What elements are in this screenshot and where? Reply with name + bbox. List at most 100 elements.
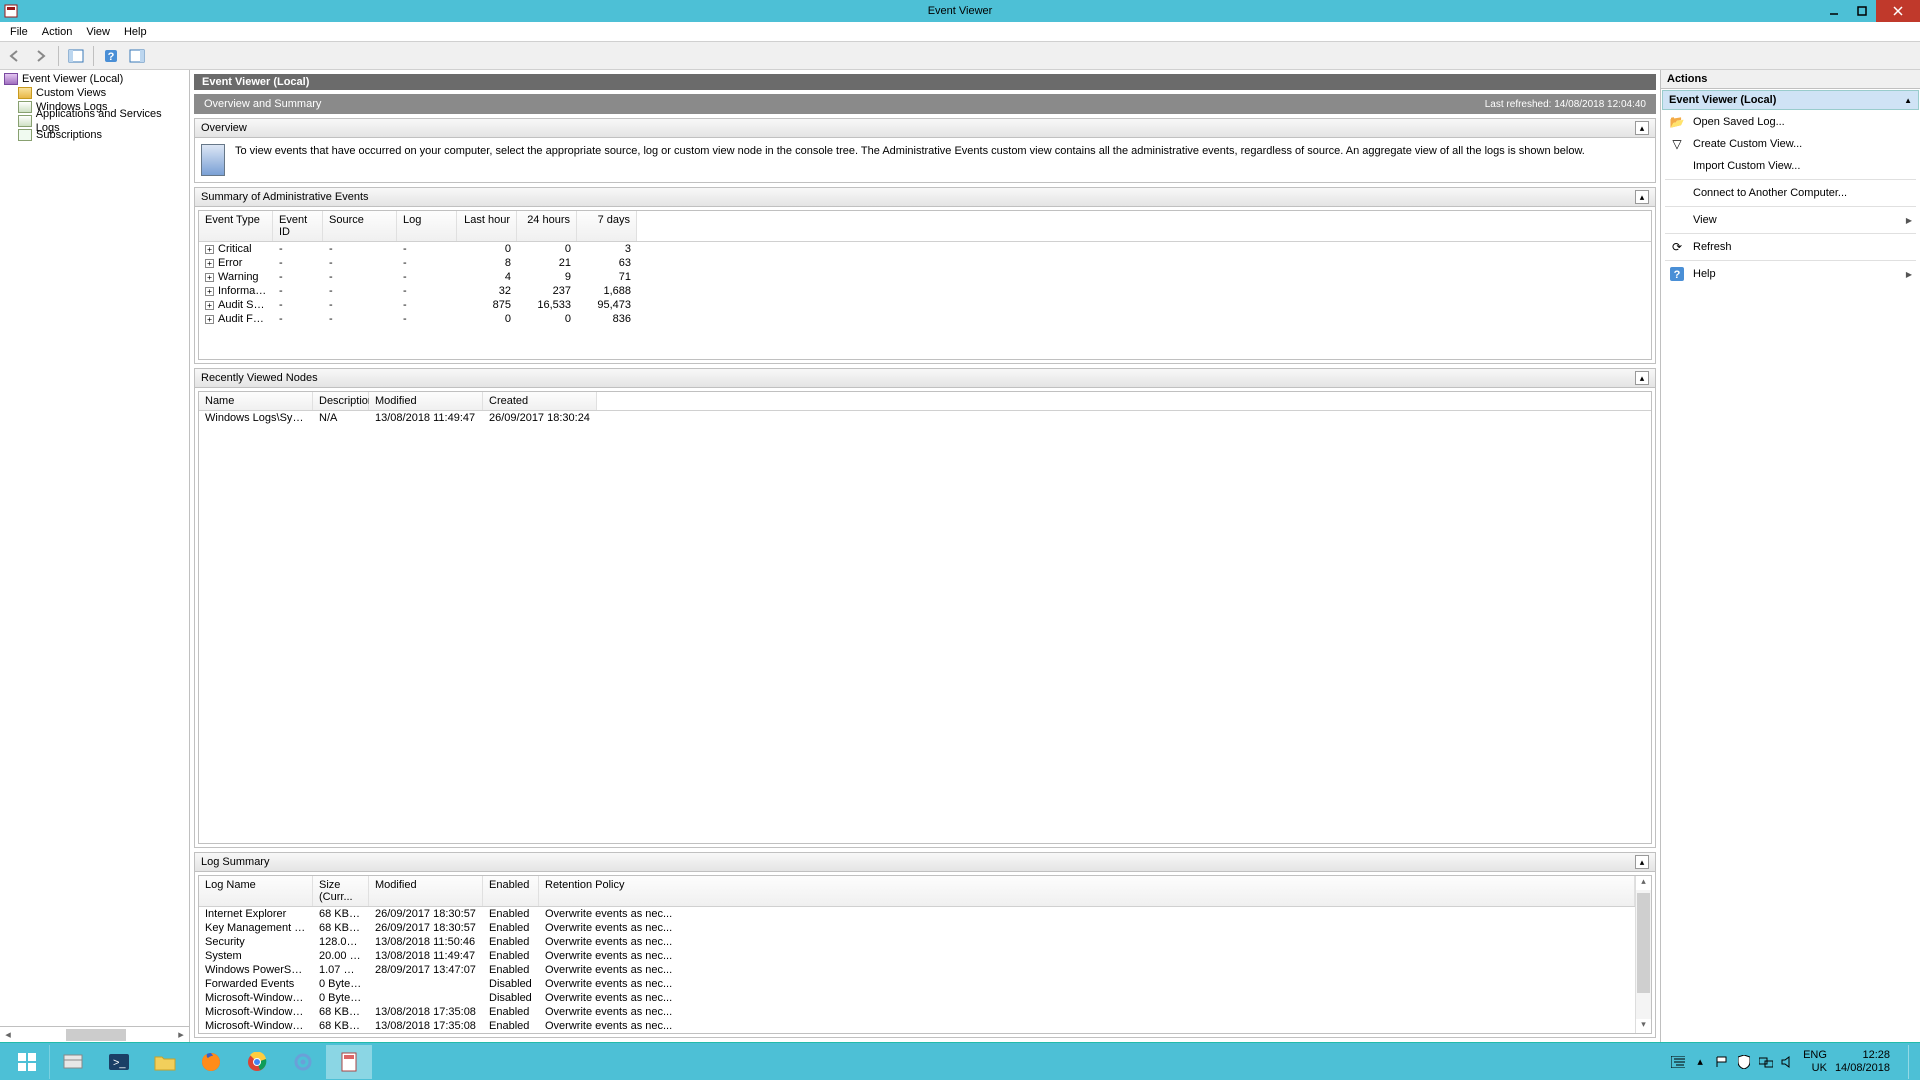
col-description[interactable]: Description xyxy=(313,392,369,410)
expand-icon[interactable]: + xyxy=(205,273,214,282)
recent-row[interactable]: Windows Logs\SystemN/A13/08/2018 11:49:4… xyxy=(199,411,1651,425)
tray-date[interactable]: 14/08/2018 xyxy=(1835,1062,1890,1074)
action-help[interactable]: ?Help▶ xyxy=(1661,263,1920,285)
tray-time[interactable]: 12:28 xyxy=(1835,1049,1890,1061)
log-row[interactable]: Key Management Service68 KB/20 ...26/09/… xyxy=(199,921,1635,935)
col-name[interactable]: Name xyxy=(199,392,313,410)
log-columns[interactable]: Log Name Size (Curr... Modified Enabled … xyxy=(199,876,1635,907)
collapse-icon[interactable]: ▴ xyxy=(1635,371,1649,385)
show-desktop-button[interactable] xyxy=(1908,1045,1914,1079)
blank-icon xyxy=(1669,212,1685,228)
col-source[interactable]: Source xyxy=(323,211,397,241)
expand-icon[interactable]: + xyxy=(205,301,214,310)
action-view[interactable]: View ▶ xyxy=(1661,209,1920,231)
summary-row[interactable]: +Audit Failure---00836 xyxy=(199,312,1651,326)
summary-columns[interactable]: Event Type Event ID Source Log Last hour… xyxy=(199,211,1651,242)
taskbar-powershell[interactable]: >_ xyxy=(96,1045,142,1079)
tree-hscroll[interactable]: ◂▸ xyxy=(0,1026,189,1042)
expand-icon[interactable]: + xyxy=(205,245,214,254)
col-last-hour[interactable]: Last hour xyxy=(457,211,517,241)
action-import-custom-view[interactable]: Import Custom View... xyxy=(1661,155,1920,177)
menu-view[interactable]: View xyxy=(80,24,116,40)
col-24-hours[interactable]: 24 hours xyxy=(517,211,577,241)
col-event-type[interactable]: Event Type xyxy=(199,211,273,241)
log-row[interactable]: Internet Explorer68 KB/1.0...26/09/2017 … xyxy=(199,907,1635,921)
col-modified[interactable]: Modified xyxy=(369,876,483,906)
col-enabled[interactable]: Enabled xyxy=(483,876,539,906)
col-7-days[interactable]: 7 days xyxy=(577,211,637,241)
taskbar-chrome[interactable] xyxy=(234,1045,280,1079)
log-scrollbar[interactable]: ▴▾ xyxy=(1635,876,1651,1033)
nav-forward-button[interactable] xyxy=(30,45,52,67)
summary-header[interactable]: Summary of Administrative Events ▴ xyxy=(195,188,1655,207)
menu-action[interactable]: Action xyxy=(36,24,79,40)
summary-row[interactable]: +Information---322371,688 xyxy=(199,284,1651,298)
help-button[interactable]: ? xyxy=(100,45,122,67)
summary-row[interactable]: +Audit Success---87516,53395,473 xyxy=(199,298,1651,312)
action-open-saved-log[interactable]: 📂Open Saved Log... xyxy=(1661,111,1920,133)
col-event-id[interactable]: Event ID xyxy=(273,211,323,241)
tray-lang-2[interactable]: UK xyxy=(1803,1062,1827,1074)
summary-row[interactable]: +Warning---4971 xyxy=(199,270,1651,284)
action-label: View xyxy=(1693,214,1717,226)
log-row[interactable]: System20.00 MB/...13/08/2018 11:49:47Ena… xyxy=(199,949,1635,963)
log-row[interactable]: Security128.00 MB...13/08/2018 11:50:46E… xyxy=(199,935,1635,949)
col-modified[interactable]: Modified xyxy=(369,392,483,410)
recent-header[interactable]: Recently Viewed Nodes ▴ xyxy=(195,369,1655,388)
action-refresh[interactable]: ⟳Refresh xyxy=(1661,236,1920,258)
collapse-icon[interactable]: ▴ xyxy=(1635,855,1649,869)
tree-custom-views[interactable]: Custom Views xyxy=(0,86,189,100)
overview-icon xyxy=(201,144,225,176)
close-button[interactable] xyxy=(1876,0,1920,22)
overview-text: To view events that have occurred on you… xyxy=(235,144,1585,159)
summary-row[interactable]: +Error---82163 xyxy=(199,256,1651,270)
tray-volume-icon[interactable] xyxy=(1781,1055,1795,1069)
chevron-right-icon: ▶ xyxy=(1906,216,1912,225)
collapse-icon[interactable]: ▴ xyxy=(1635,190,1649,204)
log-row[interactable]: Microsoft-Windows-Rd...68 KB/1.0...13/08… xyxy=(199,1005,1635,1019)
tray-shield-icon[interactable] xyxy=(1737,1055,1751,1069)
start-button[interactable] xyxy=(4,1045,50,1079)
col-created[interactable]: Created xyxy=(483,392,597,410)
log-row[interactable]: Microsoft-Windows-Ma...0 Bytes/1....Disa… xyxy=(199,991,1635,1005)
expand-icon[interactable]: + xyxy=(205,259,214,268)
tray-flag-icon[interactable] xyxy=(1715,1055,1729,1069)
taskbar-settings[interactable] xyxy=(280,1045,326,1079)
collapse-icon[interactable]: ▴ xyxy=(1635,121,1649,135)
minimize-button[interactable] xyxy=(1820,0,1848,22)
actions-context[interactable]: Event Viewer (Local) ▲ xyxy=(1662,90,1919,110)
overview-header[interactable]: Overview ▴ xyxy=(195,119,1655,138)
tree[interactable]: Event Viewer (Local) Custom Views Window… xyxy=(0,70,189,1026)
col-retention[interactable]: Retention Policy xyxy=(539,876,1635,906)
taskbar-server-manager[interactable] xyxy=(50,1045,96,1079)
log-summary-header[interactable]: Log Summary ▴ xyxy=(195,853,1655,872)
nav-back-button[interactable] xyxy=(4,45,26,67)
summary-row[interactable]: +Critical---003 xyxy=(199,242,1651,256)
col-log[interactable]: Log xyxy=(397,211,457,241)
log-row[interactable]: Microsoft-Windows-Rd...68 KB/1.0...13/08… xyxy=(199,1019,1635,1033)
menu-help[interactable]: Help xyxy=(118,24,153,40)
taskbar-event-viewer[interactable] xyxy=(326,1045,372,1079)
tray-chevron-up-icon[interactable]: ▴ xyxy=(1693,1055,1707,1069)
log-row[interactable]: Forwarded Events0 Bytes/20...DisabledOve… xyxy=(199,977,1635,991)
action-create-custom-view[interactable]: ▽Create Custom View... xyxy=(1661,133,1920,155)
tray-network-icon[interactable] xyxy=(1759,1055,1773,1069)
col-size[interactable]: Size (Curr... xyxy=(313,876,369,906)
show-tree-button[interactable] xyxy=(65,45,87,67)
expand-icon[interactable]: + xyxy=(205,315,214,324)
properties-button[interactable] xyxy=(126,45,148,67)
tray-lang-1[interactable]: ENG xyxy=(1803,1049,1827,1061)
tray-keyboard-icon[interactable] xyxy=(1671,1055,1685,1069)
maximize-button[interactable] xyxy=(1848,0,1876,22)
menu-file[interactable]: File xyxy=(4,24,34,40)
taskbar-firefox[interactable] xyxy=(188,1045,234,1079)
folder-icon: 📂 xyxy=(1669,114,1685,130)
recent-columns[interactable]: Name Description Modified Created xyxy=(199,392,1651,411)
log-row[interactable]: Windows PowerShell1.07 MB/1...28/09/2017… xyxy=(199,963,1635,977)
expand-icon[interactable]: + xyxy=(205,287,214,296)
col-log-name[interactable]: Log Name xyxy=(199,876,313,906)
tree-app-service-logs[interactable]: Applications and Services Logs xyxy=(0,114,189,128)
action-connect-to-another-computer[interactable]: Connect to Another Computer... xyxy=(1661,182,1920,204)
tree-root[interactable]: Event Viewer (Local) xyxy=(0,72,189,86)
taskbar-explorer[interactable] xyxy=(142,1045,188,1079)
